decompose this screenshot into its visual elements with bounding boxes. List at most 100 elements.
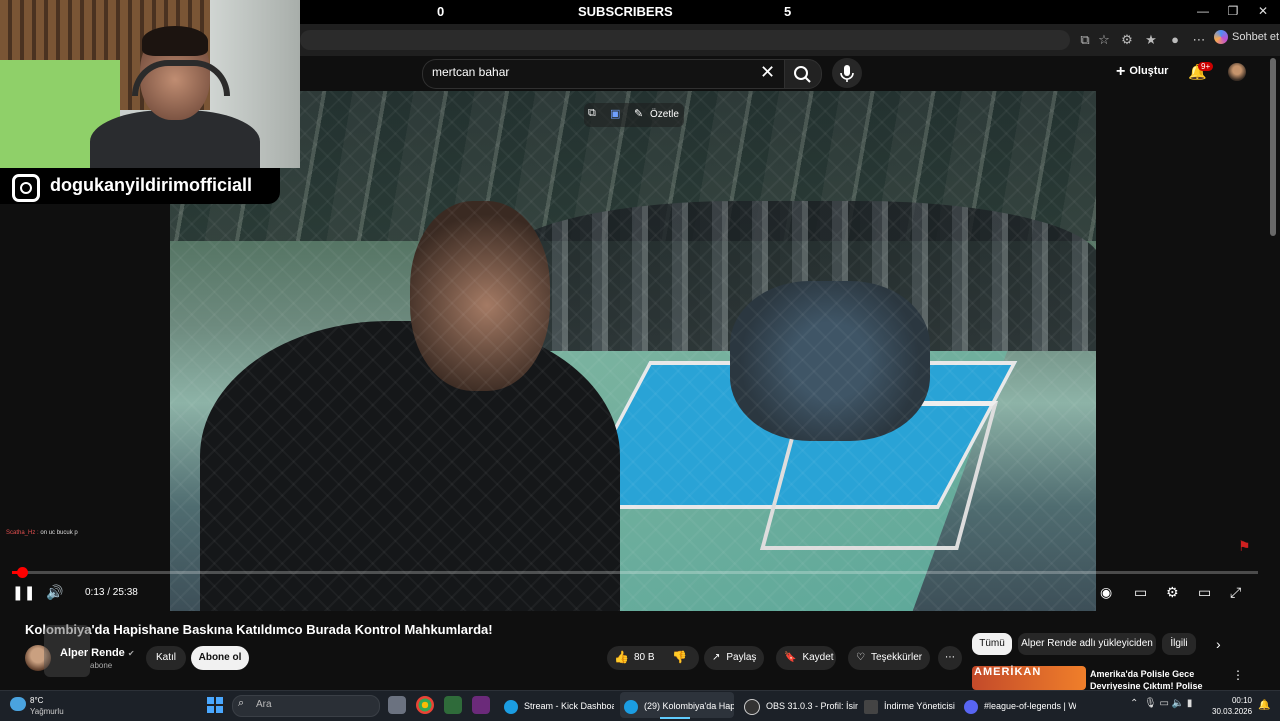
download-manager-icon bbox=[864, 699, 878, 714]
taskbar-search-input[interactable] bbox=[232, 695, 380, 717]
chrome-icon[interactable] bbox=[416, 696, 434, 714]
video-time-display: 0:13 / 25:38 bbox=[85, 587, 138, 598]
join-button[interactable]: Katıl bbox=[146, 646, 186, 670]
overlay-right-count: 5 bbox=[784, 4, 792, 19]
summarize-button[interactable]: Özetle bbox=[650, 109, 679, 120]
weather-temperature[interactable]: 8°C bbox=[30, 696, 43, 705]
more-actions-icon[interactable]: ⋯ bbox=[938, 646, 962, 670]
video-player[interactable] bbox=[170, 91, 1096, 611]
more-menu-icon[interactable]: ⋯ bbox=[1190, 31, 1208, 49]
pause-button[interactable]: ❚❚ bbox=[12, 584, 35, 601]
create-button[interactable]: + Oluştur bbox=[1116, 63, 1168, 81]
notification-badge: 9+ bbox=[1198, 62, 1214, 71]
windows-start-icon[interactable] bbox=[207, 697, 223, 713]
share-label: Paylaş bbox=[726, 652, 757, 663]
taskbar-active-indicator bbox=[660, 717, 690, 719]
create-label: Oluştur bbox=[1129, 65, 1169, 77]
video-progress-bar[interactable] bbox=[12, 571, 1258, 574]
extensions-icon[interactable]: ⚙ bbox=[1118, 31, 1136, 49]
clear-search-icon[interactable]: ✕ bbox=[760, 62, 775, 83]
fullscreen-icon[interactable]: ⤢ bbox=[1230, 584, 1241, 601]
copilot-label: Sohbet et bbox=[1232, 30, 1280, 43]
chip-channel-uploads[interactable]: Alper Rende adlı yükleyiciden bbox=[1018, 633, 1156, 655]
dislike-icon[interactable]: 👎 bbox=[672, 650, 687, 664]
settings-gear-icon[interactable]: ⚙ bbox=[1166, 584, 1179, 601]
page-scrollbar[interactable] bbox=[1270, 58, 1276, 236]
video-options-icon[interactable]: ⋮ bbox=[1232, 668, 1244, 682]
search-query: mertcan bahar bbox=[432, 65, 510, 79]
plus-icon: + bbox=[1116, 63, 1126, 80]
visual-studio-icon[interactable] bbox=[472, 696, 490, 714]
weather-icon[interactable] bbox=[10, 697, 26, 711]
edge-icon bbox=[504, 699, 518, 714]
favorite-star-icon[interactable]: ☆ bbox=[1095, 31, 1113, 49]
subscriber-count: abone bbox=[90, 661, 113, 670]
notification-center-icon[interactable]: 🔔 bbox=[1258, 700, 1270, 711]
thumbnail-text: AMERİKAN bbox=[974, 666, 1042, 678]
chevron-up-icon: ⌃ bbox=[1130, 698, 1139, 709]
search-icon: ⌕ bbox=[238, 697, 245, 709]
speaker-icon: 🔈 bbox=[1171, 698, 1185, 709]
copilot-button[interactable]: Sohbet et bbox=[1214, 30, 1279, 44]
channel-name[interactable]: Alper Rende ✔ bbox=[60, 647, 135, 659]
minimize-icon[interactable]: — bbox=[1188, 4, 1218, 18]
subscribe-button[interactable]: Abone ol bbox=[191, 646, 249, 670]
webcam-feed bbox=[0, 0, 300, 168]
bookmark-icon: 🔖 bbox=[784, 652, 797, 663]
taskbar-app-youtube[interactable]: (29) Kolombiya'da Hapis bbox=[624, 696, 734, 716]
clock-date[interactable]: 30.03.2026 bbox=[1212, 707, 1252, 716]
profile-icon[interactable]: ● bbox=[1166, 31, 1184, 49]
voice-search-button[interactable] bbox=[832, 58, 862, 88]
favorites-icon[interactable]: ★ bbox=[1142, 31, 1160, 49]
video-net-overlay bbox=[170, 91, 1096, 611]
instagram-handle: dogukanyildirimofficiall bbox=[50, 175, 253, 195]
thanks-label: Teşekkürler bbox=[870, 652, 923, 663]
channel-name-text: Alper Rende bbox=[60, 647, 125, 659]
stream-chat-message: Scatha_Hz : on uc bucuk p bbox=[6, 530, 78, 536]
taskbar-app-discord[interactable]: #league-of-legends | W bbox=[964, 696, 1076, 716]
taskbar-app-download-manager[interactable]: İndirme Yöneticisi bbox=[864, 696, 958, 716]
thanks-icon: ♡ bbox=[856, 652, 865, 663]
account-avatar[interactable] bbox=[1228, 63, 1246, 81]
taskbar-app-kick[interactable]: Stream - Kick Dashboar bbox=[504, 696, 614, 716]
video-progress-handle[interactable] bbox=[16, 567, 28, 578]
taskbar-app-label: #league-of-legends | W bbox=[984, 701, 1076, 711]
split-screen-icon[interactable]: ⧉ bbox=[1076, 31, 1094, 49]
taskbar-app-label: OBS 31.0.3 - Profil: İsims bbox=[766, 701, 858, 711]
taskbar-app-obs[interactable]: OBS 31.0.3 - Profil: İsims bbox=[744, 696, 858, 716]
subtitles-icon[interactable]: ▭ bbox=[1134, 584, 1147, 601]
summarize-icon[interactable]: ✎ bbox=[634, 107, 643, 120]
clock-time[interactable]: 00:10 bbox=[1226, 696, 1252, 705]
chevron-right-icon[interactable]: › bbox=[1216, 636, 1221, 652]
screenshot-icon[interactable]: ▣ bbox=[610, 107, 620, 120]
verified-icon: ✔ bbox=[127, 649, 135, 658]
obs-icon bbox=[744, 698, 760, 715]
system-tray[interactable]: ⌃ 🎙 ▭ 🔈 ▮ bbox=[1130, 698, 1192, 709]
share-button[interactable]: ↗ Paylaş bbox=[704, 646, 764, 670]
close-window-icon[interactable]: ✕ bbox=[1248, 4, 1278, 18]
battery-icon: ▮ bbox=[1186, 698, 1193, 709]
volume-icon[interactable]: 🔊 bbox=[46, 584, 63, 601]
overlay-left-count: 0 bbox=[437, 4, 445, 19]
like-count[interactable]: 80 B bbox=[634, 652, 655, 663]
network-icon: ▭ bbox=[1159, 698, 1169, 709]
pip-icon[interactable]: ⧉ bbox=[588, 107, 596, 120]
instagram-icon bbox=[12, 174, 40, 202]
chat-text: on uc bucuk p bbox=[40, 530, 78, 536]
taskbar-app-label: (29) Kolombiya'da Hapis bbox=[644, 701, 734, 711]
chip-related[interactable]: İlgili bbox=[1162, 633, 1196, 655]
task-view-icon[interactable] bbox=[388, 696, 406, 714]
chip-all[interactable]: Tümü bbox=[972, 633, 1012, 655]
thanks-button[interactable]: ♡ Teşekkürler bbox=[848, 646, 930, 670]
app-icon[interactable] bbox=[444, 696, 462, 714]
search-button[interactable] bbox=[784, 59, 822, 89]
autoplay-toggle[interactable]: ◉ bbox=[1100, 584, 1112, 601]
like-icon[interactable]: 👍 bbox=[614, 650, 629, 664]
flag-icon[interactable]: ⚑ bbox=[1238, 538, 1251, 555]
save-button[interactable]: 🔖 Kaydet bbox=[776, 646, 836, 670]
video-title: Kolombiya'da Hapishane Baskına Katıldımc… bbox=[25, 622, 493, 637]
maximize-icon[interactable]: ❐ bbox=[1218, 4, 1248, 18]
webcam-streamer-hair bbox=[142, 26, 208, 56]
theater-mode-icon[interactable]: ▭ bbox=[1198, 584, 1211, 601]
address-bar[interactable] bbox=[300, 30, 1070, 50]
